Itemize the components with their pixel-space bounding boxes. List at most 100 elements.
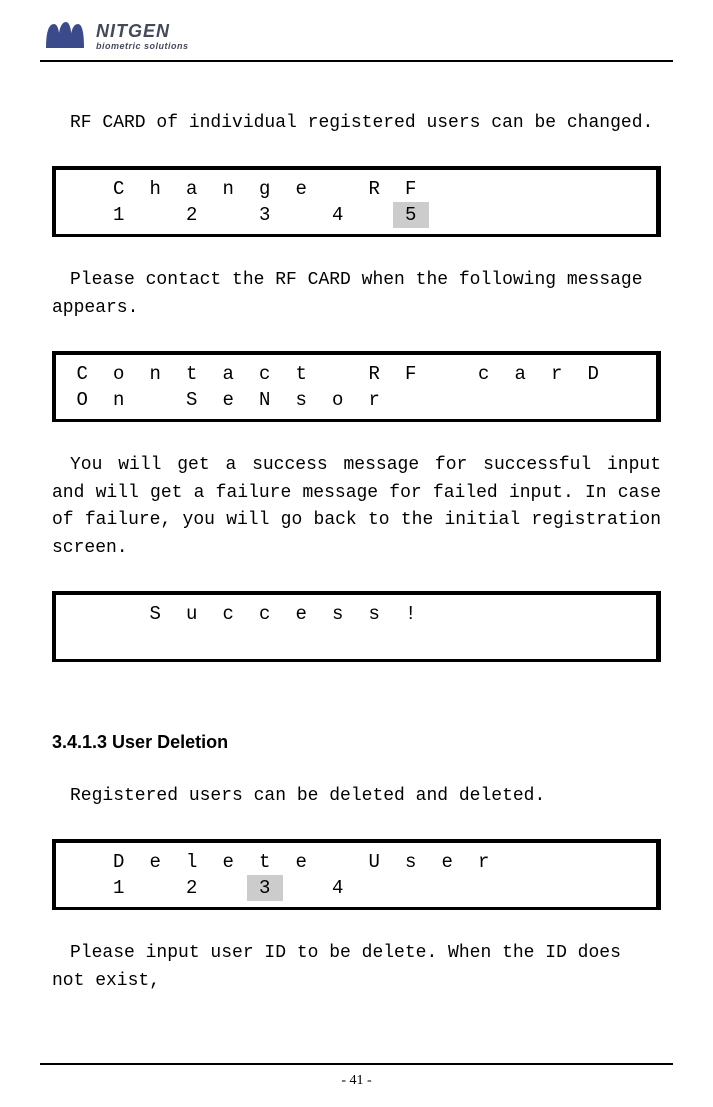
lcd-cell: a (210, 361, 247, 387)
lcd-cell: D (101, 849, 138, 875)
lcd-cell: u (174, 601, 211, 627)
lcd-cell (612, 601, 649, 627)
lcd-cell: n (210, 176, 247, 202)
paragraph-1: RF CARD of individual registered users c… (52, 110, 661, 138)
lcd-cell: r (466, 849, 503, 875)
lcd-cell (137, 875, 174, 901)
lcd-cell: o (320, 387, 357, 413)
lcd-cell (356, 875, 393, 901)
lcd-cell (429, 176, 466, 202)
lcd-cell (466, 601, 503, 627)
lcd-cell: S (174, 387, 211, 413)
lcd-cell: c (247, 361, 284, 387)
lcd-cell (539, 849, 576, 875)
lcd-cell (247, 627, 284, 653)
lcd-cell (575, 627, 612, 653)
lcd-cell (64, 601, 101, 627)
lcd-cell (320, 361, 357, 387)
lcd-cell (393, 387, 430, 413)
lcd-cell (283, 627, 320, 653)
lcd-cell (466, 387, 503, 413)
lcd-cell (429, 387, 466, 413)
lcd-cell: e (283, 176, 320, 202)
lcd-cell: 3 (247, 875, 284, 901)
lcd-cell: t (283, 361, 320, 387)
lcd-grid: Success! (64, 601, 648, 653)
lcd-cell (539, 202, 576, 228)
lcd-cell (575, 875, 612, 901)
lcd-cell (64, 875, 101, 901)
lcd-cell (575, 202, 612, 228)
lcd-cell: e (137, 849, 174, 875)
lcd-cell (575, 176, 612, 202)
lcd-cell: n (137, 361, 174, 387)
lcd-cell: e (429, 849, 466, 875)
lcd-cell: s (393, 849, 430, 875)
lcd-cell (64, 202, 101, 228)
lcd-cell (137, 202, 174, 228)
lcd-cell (502, 387, 539, 413)
lcd-cell (539, 601, 576, 627)
lcd-cell: 1 (101, 202, 138, 228)
lcd-cell (393, 875, 430, 901)
lcd-cell (356, 202, 393, 228)
lcd-cell (393, 627, 430, 653)
lcd-cell: c (247, 601, 284, 627)
lcd-cell (612, 387, 649, 413)
lcd-cell (612, 875, 649, 901)
lcd-cell (502, 601, 539, 627)
lcd-cell: e (210, 387, 247, 413)
nitgen-logo-icon (40, 18, 88, 54)
lcd-cell (429, 627, 466, 653)
lcd-cell (502, 627, 539, 653)
lcd-cell: n (101, 387, 138, 413)
lcd-cell: t (247, 849, 284, 875)
lcd-cell: r (356, 387, 393, 413)
lcd-cell: 2 (174, 202, 211, 228)
lcd-cell (356, 627, 393, 653)
lcd-grid: Change RF 1 2 3 4 5 (64, 176, 648, 228)
lcd-success: Success! (52, 591, 661, 662)
lcd-cell: 4 (320, 875, 357, 901)
lcd-cell (101, 627, 138, 653)
content: RF CARD of individual registered users c… (40, 110, 673, 996)
lcd-cell (466, 202, 503, 228)
header: NITGEN biometric solutions (40, 18, 673, 54)
lcd-cell (575, 849, 612, 875)
lcd-cell: e (283, 601, 320, 627)
lcd-cell: t (174, 361, 211, 387)
header-rule (40, 60, 673, 62)
lcd-cell (320, 849, 357, 875)
lcd-grid: Contact RF carD On SeNsor (64, 361, 648, 413)
page: NITGEN biometric solutions RF CARD of in… (0, 0, 713, 1107)
lcd-cell: l (174, 849, 211, 875)
lcd-cell: D (575, 361, 612, 387)
lcd-cell (137, 387, 174, 413)
lcd-cell: s (283, 387, 320, 413)
lcd-cell (502, 875, 539, 901)
lcd-cell (429, 601, 466, 627)
lcd-cell: s (320, 601, 357, 627)
lcd-cell (429, 202, 466, 228)
paragraph-3: You will get a success message for succe… (52, 452, 661, 564)
lcd-cell (137, 627, 174, 653)
lcd-change-rf: Change RF 1 2 3 4 5 (52, 166, 661, 237)
lcd-cell: N (247, 387, 284, 413)
lcd-cell (64, 627, 101, 653)
lcd-delete-user: Delete User 1 2 3 4 (52, 839, 661, 910)
lcd-cell: g (247, 176, 284, 202)
lcd-cell (502, 849, 539, 875)
footer-rule (40, 1063, 673, 1065)
lcd-cell (502, 176, 539, 202)
lcd-cell (539, 176, 576, 202)
lcd-cell (210, 627, 247, 653)
section-heading: 3.4.1.3 User Deletion (52, 732, 661, 753)
lcd-cell (612, 849, 649, 875)
lcd-cell: e (210, 849, 247, 875)
lcd-cell (575, 601, 612, 627)
lcd-cell: S (137, 601, 174, 627)
lcd-grid: Delete User 1 2 3 4 (64, 849, 648, 901)
lcd-cell: r (539, 361, 576, 387)
logo-title: NITGEN (96, 22, 189, 40)
lcd-cell: c (210, 601, 247, 627)
